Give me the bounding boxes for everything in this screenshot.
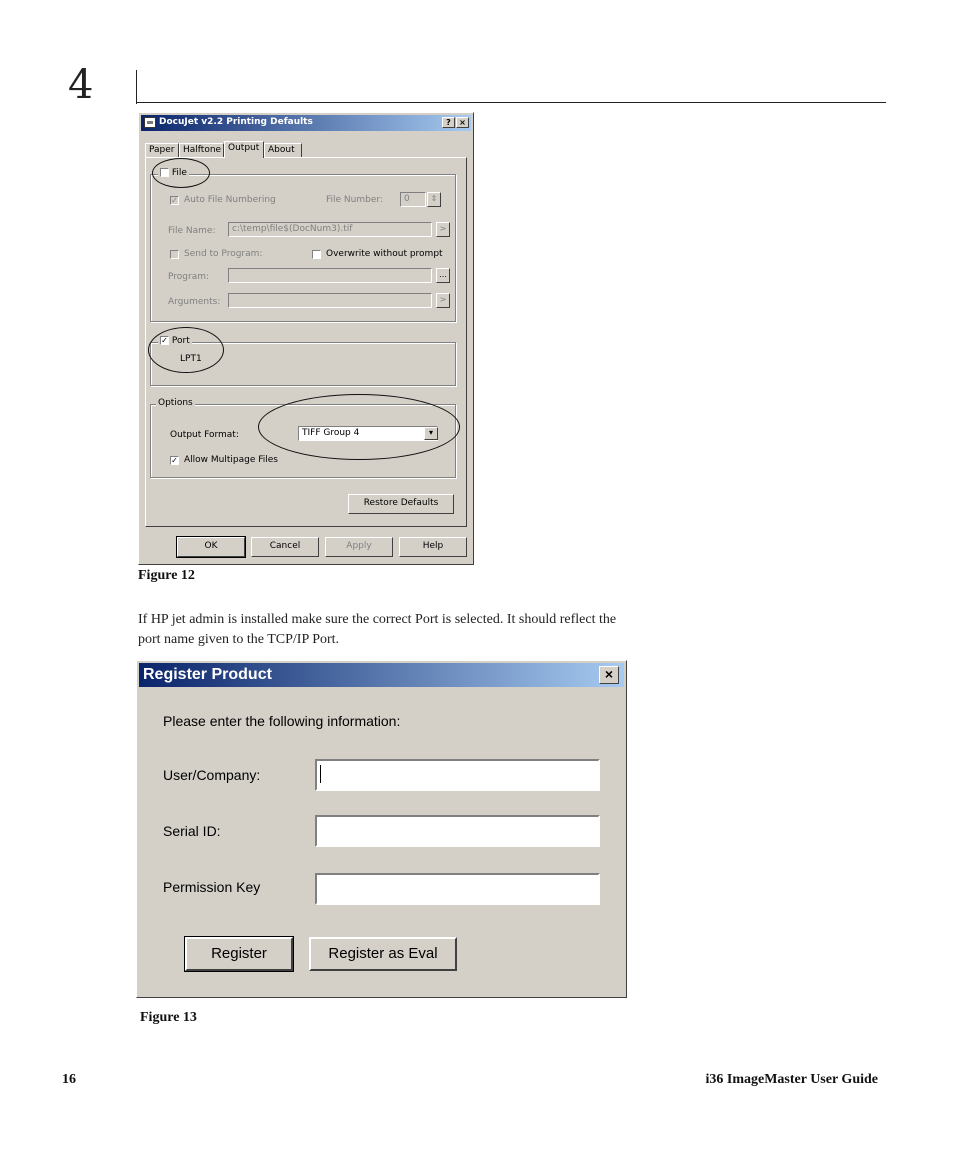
tab-output[interactable]: Output xyxy=(224,141,264,158)
file-number-field[interactable]: 0 xyxy=(400,192,426,207)
arguments-label: Arguments: xyxy=(168,297,221,307)
close-icon[interactable]: × xyxy=(456,117,469,128)
arguments-arrow-icon[interactable]: > xyxy=(436,293,450,308)
restore-defaults-button[interactable]: Restore Defaults xyxy=(348,494,454,514)
program-field[interactable] xyxy=(228,268,432,283)
tab-about[interactable]: About xyxy=(264,143,302,157)
serial-id-label: Serial ID: xyxy=(163,823,221,839)
ok-button[interactable]: OK xyxy=(176,536,246,558)
figure-12-caption: Figure 12 xyxy=(138,568,195,583)
overwrite-checkbox[interactable] xyxy=(312,250,321,259)
body-line-2: port name given to the TCP/IP Port. xyxy=(138,632,340,647)
cancel-button[interactable]: Cancel xyxy=(251,537,319,557)
serial-id-input[interactable] xyxy=(315,815,600,847)
printer-icon xyxy=(144,117,156,128)
close-icon[interactable]: × xyxy=(599,666,619,684)
file-number-spinner[interactable]: ⇕ xyxy=(427,192,441,207)
auto-numbering-checkbox[interactable]: ✓ xyxy=(170,196,179,205)
guide-title: i36 ImageMaster User Guide xyxy=(705,1072,878,1087)
page-number: 16 xyxy=(62,1072,76,1087)
user-company-input[interactable] xyxy=(315,759,600,791)
program-browse-button[interactable]: … xyxy=(436,268,450,283)
register-product-dialog: Register Product × Please enter the foll… xyxy=(136,660,627,998)
register-instruction: Please enter the following information: xyxy=(163,713,401,729)
auto-numbering-label: Auto File Numbering xyxy=(184,195,276,205)
file-highlight-ellipse xyxy=(152,158,210,188)
docujet-titlebar: DocuJet v2.2 Printing Defaults ? × xyxy=(141,115,471,131)
file-name-label: File Name: xyxy=(168,226,216,236)
register-titlebar: Register Product × xyxy=(139,663,624,687)
apply-button[interactable]: Apply xyxy=(325,537,393,557)
register-button[interactable]: Register xyxy=(184,936,294,972)
arguments-field[interactable] xyxy=(228,293,432,308)
file-number-label: File Number: xyxy=(326,195,383,205)
text-cursor xyxy=(320,765,321,783)
user-company-label: User/Company: xyxy=(163,767,261,783)
help-button[interactable]: Help xyxy=(399,537,467,557)
output-format-label: Output Format: xyxy=(170,430,239,440)
send-to-program-label: Send to Program: xyxy=(184,249,263,259)
program-label: Program: xyxy=(168,272,210,282)
file-name-field[interactable]: c:\temp\file$(DocNum3).tif xyxy=(228,222,432,237)
file-name-arrow-icon[interactable]: > xyxy=(436,222,450,237)
body-line-1: If HP jet admin is installed make sure t… xyxy=(138,612,617,627)
permission-key-input[interactable] xyxy=(315,873,600,905)
multipage-label: Allow Multipage Files xyxy=(184,455,278,465)
register-title: Register Product xyxy=(143,666,272,683)
tab-halftone[interactable]: Halftone xyxy=(179,143,224,157)
chapter-divider-vertical xyxy=(136,70,137,104)
body-paragraph: If HP jet admin is installed make sure t… xyxy=(138,610,758,650)
tab-paper[interactable]: Paper xyxy=(145,143,179,157)
help-title-button[interactable]: ? xyxy=(442,117,455,128)
multipage-checkbox[interactable]: ✓ xyxy=(170,456,179,465)
overwrite-label: Overwrite without prompt xyxy=(326,249,443,259)
figure-13-caption: Figure 13 xyxy=(140,1010,197,1025)
permission-key-label: Permission Key xyxy=(163,879,261,895)
register-as-eval-button[interactable]: Register as Eval xyxy=(309,937,457,971)
send-to-program-checkbox[interactable] xyxy=(170,250,179,259)
port-highlight-ellipse xyxy=(148,327,224,373)
chapter-number: 4 xyxy=(68,62,94,108)
docujet-title: DocuJet v2.2 Printing Defaults xyxy=(159,117,313,127)
output-format-highlight-ellipse xyxy=(258,394,460,460)
options-label: Options xyxy=(156,398,195,408)
chapter-divider-horizontal xyxy=(136,102,886,103)
